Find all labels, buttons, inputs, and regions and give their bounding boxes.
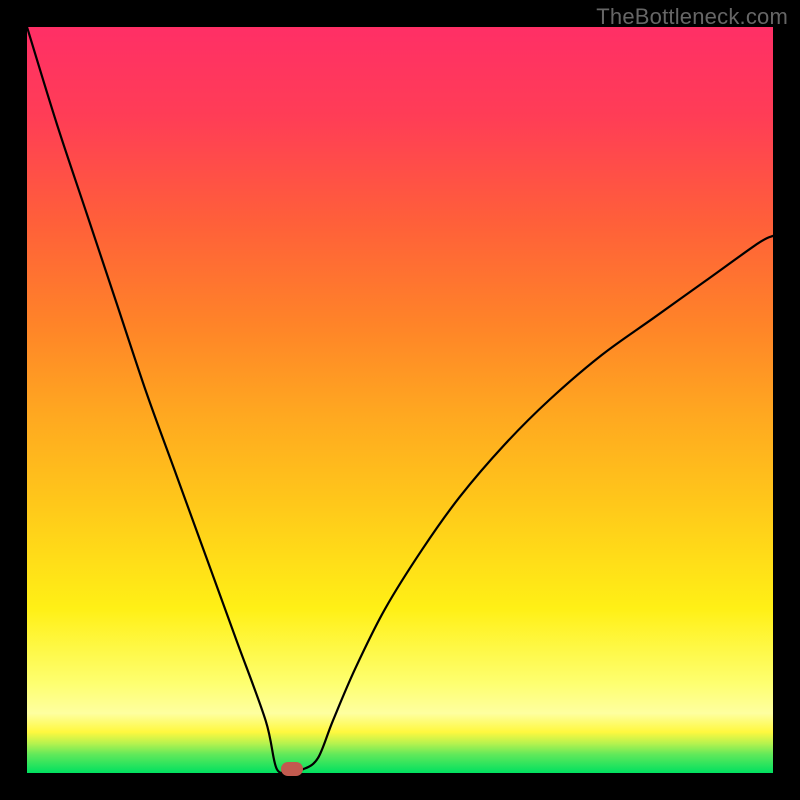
plot-area	[27, 27, 773, 773]
optimum-marker	[281, 762, 303, 776]
curve-svg	[27, 27, 773, 773]
bottleneck-curve	[27, 27, 773, 773]
chart-frame: TheBottleneck.com	[0, 0, 800, 800]
